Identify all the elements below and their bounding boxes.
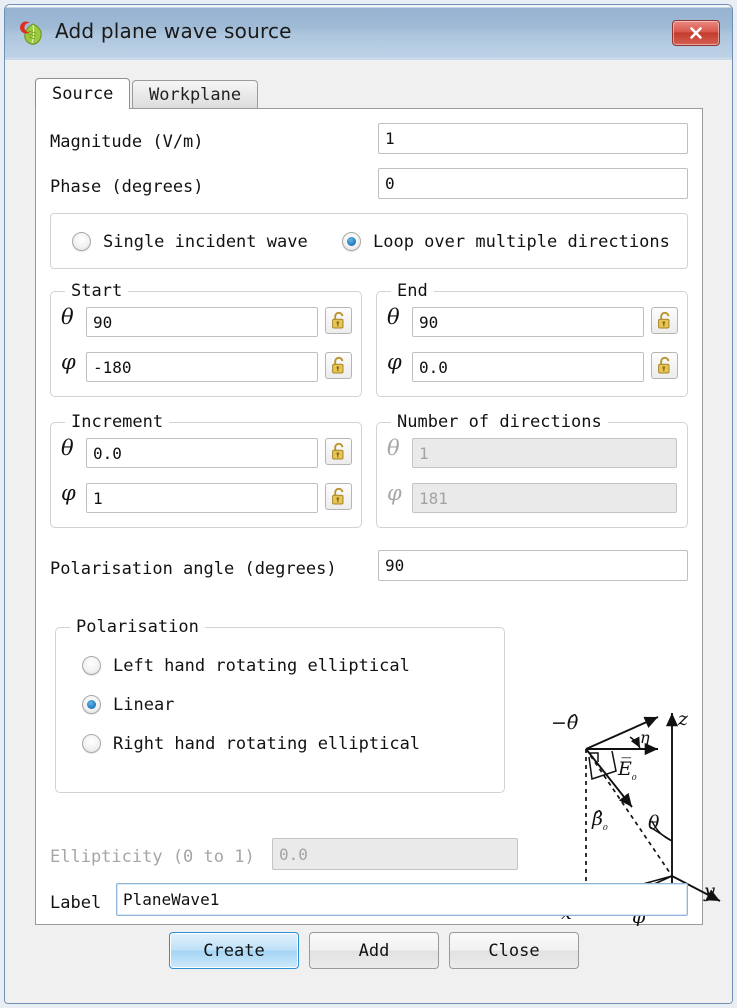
- increment-phi-value: 1: [93, 489, 103, 508]
- directions-theta-value: 1: [419, 444, 429, 463]
- increment-theta-input[interactable]: 0.0: [86, 438, 318, 468]
- increment-phi-unlocked-padlock-icon[interactable]: [325, 483, 352, 510]
- increment-theta-unlocked-padlock-icon[interactable]: [325, 438, 352, 465]
- create-button-label: Create: [203, 941, 264, 961]
- diagram-label-minus-theta-hat: −θ̂: [551, 712, 579, 734]
- title-bar: Add plane wave source: [5, 5, 732, 60]
- close-button[interactable]: Close: [449, 932, 579, 969]
- radio-loop-multiple-directions[interactable]: [342, 232, 361, 251]
- directions-phi-input: 181: [412, 483, 677, 513]
- window-title: Add plane wave source: [55, 19, 292, 43]
- increment-phi-symbol: φ: [61, 481, 76, 505]
- tab-source[interactable]: Source: [35, 78, 130, 109]
- increment-theta-symbol: θ: [61, 436, 74, 460]
- phase-value: 0: [385, 174, 395, 193]
- label-value: PlaneWave1: [123, 890, 219, 909]
- dialog-client-area: Source Workplane Magnitude (V/m) 1 Phase…: [5, 60, 732, 1004]
- phase-label: Phase (degrees): [50, 177, 204, 197]
- start-phi-value: -180: [93, 358, 132, 377]
- start-theta-value: 90: [93, 313, 112, 332]
- radio-right-hand-rotating-elliptical[interactable]: [82, 734, 101, 753]
- end-phi-input[interactable]: 0.0: [412, 352, 644, 382]
- directions-phi-value: 181: [419, 489, 448, 508]
- start-group: Start θ 90 φ -180: [50, 291, 362, 397]
- magnitude-value: 1: [385, 129, 395, 148]
- feko-leaf-icon: [20, 21, 46, 47]
- tab-strip: Source Workplane: [35, 78, 695, 109]
- end-group-title: End: [391, 281, 434, 301]
- tab-source-label: Source: [52, 84, 113, 104]
- phase-input[interactable]: 0: [378, 168, 688, 199]
- polarisation-angle-value: 90: [385, 556, 404, 575]
- magnitude-input[interactable]: 1: [378, 123, 688, 154]
- increment-phi-input[interactable]: 1: [86, 483, 318, 513]
- close-button-label: Close: [488, 941, 539, 961]
- radio-left-hand-rotating-elliptical-label[interactable]: Left hand rotating elliptical: [113, 656, 410, 676]
- diagram-label-eta: η: [640, 728, 650, 747]
- dialog-button-bar: Create Add Close: [5, 932, 732, 984]
- diagram-label-beta-hat: β̂₀: [591, 808, 608, 833]
- end-theta-value: 90: [419, 313, 438, 332]
- add-button[interactable]: Add: [309, 932, 439, 969]
- tab-workplane[interactable]: Workplane: [132, 80, 258, 109]
- diagram-label-z: z: [677, 708, 689, 730]
- end-theta-unlocked-padlock-icon[interactable]: [651, 307, 678, 334]
- create-button[interactable]: Create: [169, 932, 299, 969]
- radio-single-incident-wave[interactable]: [72, 232, 91, 251]
- directions-phi-symbol: φ: [387, 481, 402, 505]
- magnitude-label: Magnitude (V/m): [50, 132, 204, 152]
- ellipticity-label: Ellipticity (0 to 1): [50, 847, 255, 867]
- radio-loop-multiple-directions-label[interactable]: Loop over multiple directions: [373, 232, 670, 252]
- add-button-label: Add: [359, 941, 390, 961]
- diagram-label-e-zero: E̅₀: [617, 758, 637, 783]
- polarisation-angle-label: Polarisation angle (degrees): [50, 559, 337, 579]
- polarisation-group: Polarisation Left hand rotating elliptic…: [55, 627, 505, 793]
- ellipticity-input: 0.0: [272, 838, 518, 870]
- close-icon[interactable]: [672, 20, 720, 46]
- increment-theta-value: 0.0: [93, 444, 122, 463]
- number-of-directions-group-title: Number of directions: [391, 412, 608, 432]
- start-phi-symbol: φ: [61, 350, 76, 374]
- tab-workplane-label: Workplane: [149, 85, 241, 105]
- start-theta-unlocked-padlock-icon[interactable]: [325, 307, 352, 334]
- radio-linear-label[interactable]: Linear: [113, 695, 174, 715]
- dialog-window: Add plane wave source Source Workplane M…: [4, 4, 733, 1004]
- start-theta-input[interactable]: 90: [86, 307, 318, 337]
- directions-theta-input: 1: [412, 438, 677, 468]
- incidence-mode-group: Single incident wave Loop over multiple …: [50, 213, 688, 269]
- end-phi-unlocked-padlock-icon[interactable]: [651, 352, 678, 379]
- start-theta-symbol: θ: [61, 305, 74, 329]
- increment-group-title: Increment: [65, 412, 169, 432]
- start-phi-input[interactable]: -180: [86, 352, 318, 382]
- polarisation-group-title: Polarisation: [70, 617, 205, 637]
- end-phi-value: 0.0: [419, 358, 448, 377]
- source-tab-panel: Magnitude (V/m) 1 Phase (degrees) 0 Sing…: [35, 108, 703, 925]
- start-group-title: Start: [65, 281, 128, 301]
- directions-theta-symbol: θ: [387, 436, 400, 460]
- end-theta-symbol: θ: [387, 305, 400, 329]
- increment-group: Increment θ 0.0 φ 1: [50, 422, 362, 528]
- label-field-label: Label: [50, 893, 101, 913]
- end-theta-input[interactable]: 90: [412, 307, 644, 337]
- radio-linear[interactable]: [82, 695, 101, 714]
- label-input[interactable]: PlaneWave1: [116, 883, 688, 916]
- number-of-directions-group: Number of directions θ 1 φ 181: [376, 422, 688, 528]
- radio-single-incident-wave-label[interactable]: Single incident wave: [103, 232, 308, 252]
- end-phi-symbol: φ: [387, 350, 402, 374]
- end-group: End θ 90 φ 0.0: [376, 291, 688, 397]
- start-phi-unlocked-padlock-icon[interactable]: [325, 352, 352, 379]
- diagram-label-y: y: [703, 880, 715, 902]
- diagram-label-theta: θ: [648, 812, 660, 834]
- radio-left-hand-rotating-elliptical[interactable]: [82, 656, 101, 675]
- ellipticity-value: 0.0: [279, 845, 308, 864]
- polarisation-angle-input[interactable]: 90: [378, 550, 688, 581]
- radio-right-hand-rotating-elliptical-label[interactable]: Right hand rotating elliptical: [113, 734, 420, 754]
